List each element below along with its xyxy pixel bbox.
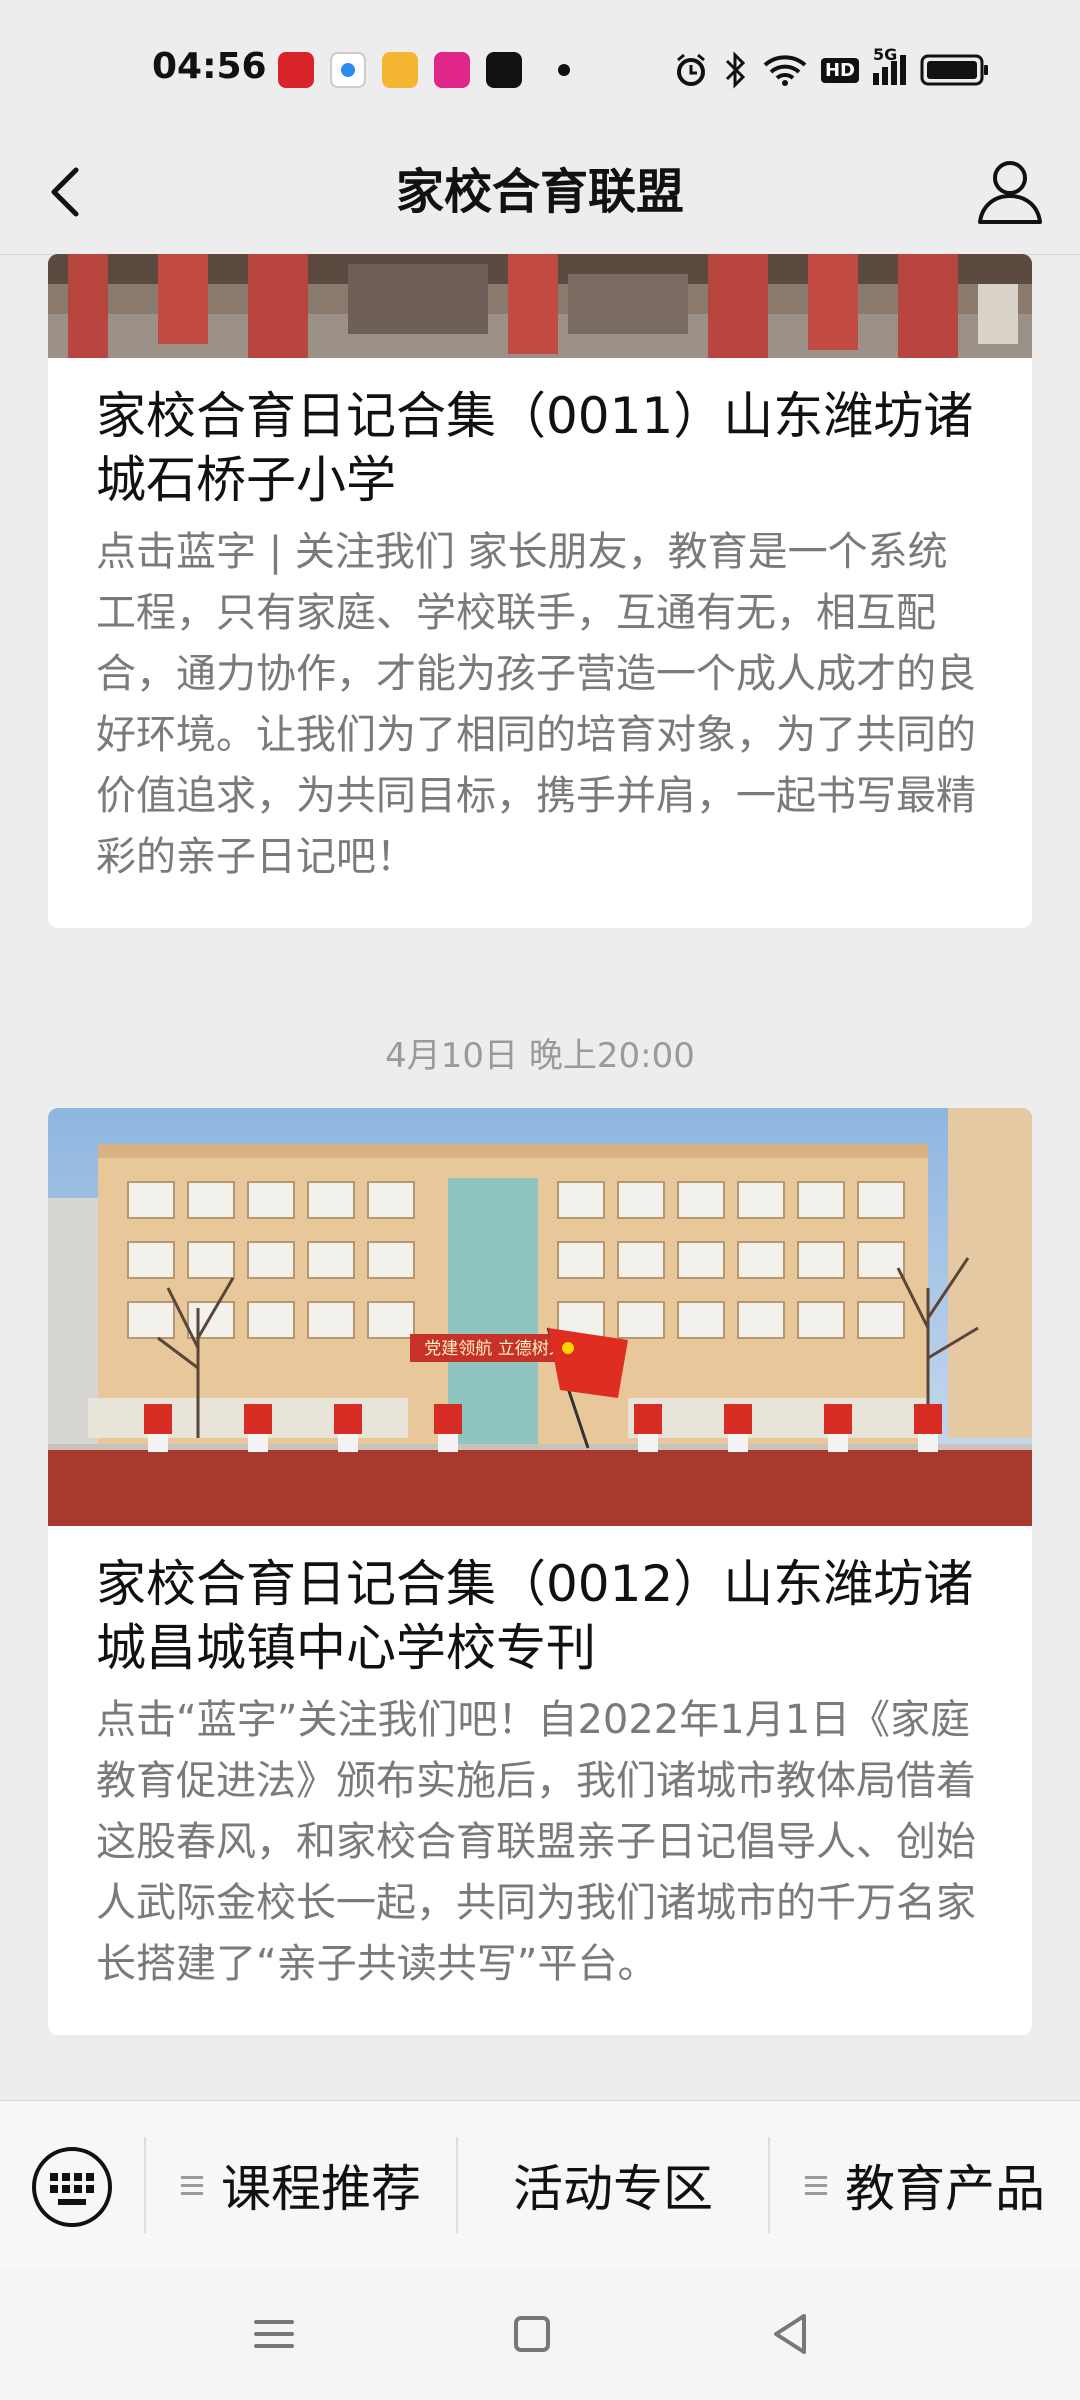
app-notification-icon [330,52,366,88]
network-type: 5G [873,45,898,64]
menu-item-courses[interactable]: 课程推荐 [146,2137,456,2233]
battery-icon [920,54,988,86]
article-feed: 家校合育日记合集（0011）山东潍坊诸城石桥子小学 点击蓝字 | 关注我们 家长… [0,254,1080,2100]
wifi-icon [763,55,807,86]
article-summary: 点击蓝字 | 关注我们 家长朋友，教育是一个系统工程，只有家庭、学校联手，互通有… [96,529,976,880]
menu-item-products[interactable]: 教育产品 [770,2137,1080,2233]
app-notification-icon [278,52,314,88]
app-notification-icon [382,52,418,88]
status-time: 04:56 [152,46,267,87]
article-title[interactable]: 家校合育日记合集（0012）山东潍坊诸城昌城镇中心学校专刊 [96,1552,984,1680]
page-title: 家校合育联盟 [395,164,684,220]
hd-badge: HD [820,57,859,83]
back-icon[interactable] [760,2304,820,2364]
app-notification-icon [434,52,470,88]
status-bar: 04:56 HD 5G [0,0,1080,130]
system-nav-bar [0,2268,1080,2400]
article-cover-image [48,254,1032,358]
tiktok-icon [486,52,522,88]
menu-item-label: 教育产品 [845,2160,1045,2218]
nav-bar: 家校合育联盟 [0,130,1080,255]
bottom-menu: 课程推荐 活动专区 教育产品 [0,2100,1080,2269]
article-title[interactable]: 家校合育日记合集（0011）山东潍坊诸城石桥子小学 [96,384,984,512]
submenu-icon [181,2171,203,2200]
keyboard-icon[interactable] [30,2145,114,2229]
home-icon[interactable] [502,2304,562,2364]
alarm-icon [676,53,705,86]
menu-item-activities[interactable]: 活动专区 [458,2137,768,2233]
status-indicators: HD 5G [673,45,990,90]
more-notifications-icon [558,64,570,76]
user-profile-icon[interactable] [972,154,1048,230]
article-summary: 点击“蓝字”关注我们吧！自2022年1月1日《家庭教育促进法》颁布实施后，我们诸… [96,1697,976,1987]
bluetooth-icon [725,51,746,89]
menu-item-label: 课程推荐 [221,2160,421,2218]
article-card[interactable]: 党建领航 立德树人 家校合育日记合集（0012）山东潍坊诸城昌城镇中心学校专刊 … [48,1108,1032,2035]
menu-item-label: 活动专区 [513,2160,713,2218]
submenu-icon [805,2171,827,2200]
article-card[interactable]: 家校合育日记合集（0011）山东潍坊诸城石桥子小学 点击蓝字 | 关注我们 家长… [48,254,1032,928]
building-banner-text: 党建领航 立德树人 [424,1339,565,1359]
article-timestamp: 4月10日 晚上20:00 [385,1036,695,1076]
menu-icon[interactable] [244,2304,304,2364]
article-cover-image: 党建领航 立德树人 [48,1108,1032,1526]
signal-indicator: 5G [873,45,906,85]
